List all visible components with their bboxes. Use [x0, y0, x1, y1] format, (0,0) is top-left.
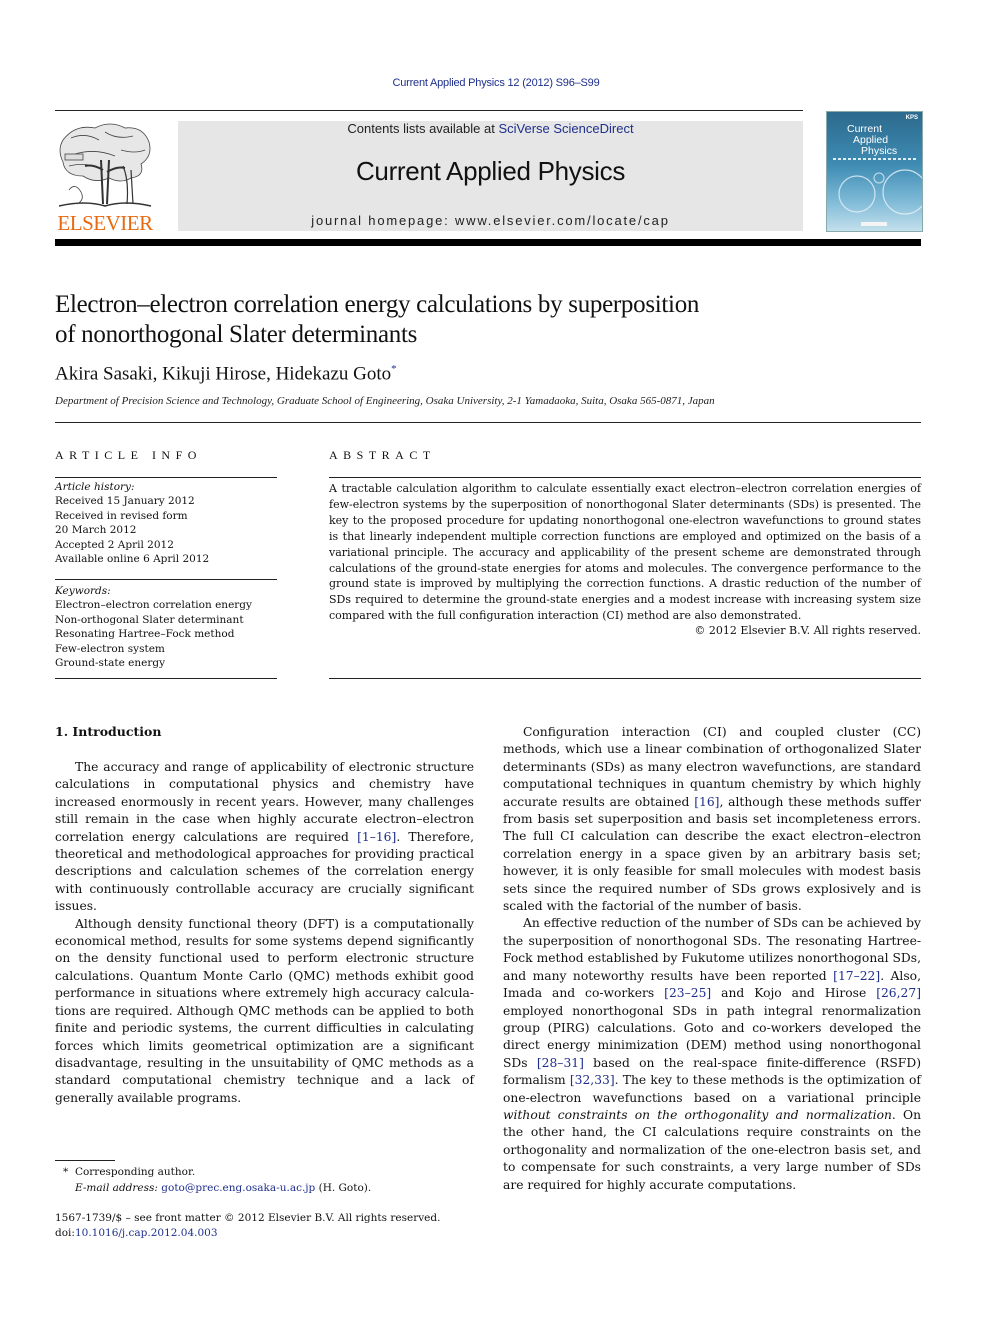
doi-line: doi:10.1016/j.cap.2012.04.003 [55, 1226, 440, 1241]
section-divider [55, 422, 921, 423]
paper-title-line: of nonorthogonal Slater determinants [55, 321, 418, 348]
abstract-text: A tractable calculation algorithm to cal… [329, 482, 921, 623]
corresponding-author-note: * Corresponding author. [55, 1165, 371, 1181]
tree-icon [58, 123, 152, 207]
divider [55, 579, 277, 580]
elsevier-logo-text: ELSEVIER [57, 211, 153, 235]
corresponding-text: Corresponding author. [74, 1166, 196, 1178]
history-item: Accepted 2 April 2012 [55, 538, 174, 551]
article-history: Article history: Received 15 January 201… [55, 480, 277, 566]
paper-title: Electron–electron correlation energy cal… [55, 290, 855, 350]
citation-link[interactable]: [32,33] [570, 1073, 615, 1087]
authors-text: Akira Sasaki, Kikuji Hirose, Hidekazu Go… [55, 363, 392, 385]
section-heading-introduction: 1. Introduction [55, 724, 162, 739]
footnote-mark: * [63, 1166, 69, 1178]
contents-availability: Contents lists available at SciVerse Sci… [178, 121, 803, 136]
paper-title-line: Electron–electron correlation energy cal… [55, 291, 700, 318]
journal-reference-link[interactable]: Current Applied Physics 12 (2012) S96–S9… [0, 77, 992, 89]
divider [55, 477, 277, 478]
doi-prefix: doi: [55, 1227, 75, 1239]
keyword-item: Non-orthogonal Slater determinant [55, 613, 244, 626]
paragraph: Although density functional theory (DFT)… [55, 916, 474, 1105]
history-item: Available online 6 April 2012 [55, 553, 210, 566]
author-list: Akira Sasaki, Kikuji Hirose, Hidekazu Go… [55, 363, 397, 385]
citation-link[interactable]: [16] [694, 795, 719, 809]
body-column-left: The accuracy and range of applicability … [55, 759, 474, 1107]
bubbles-illustration [833, 158, 922, 226]
keyword-item: Ground-state energy [55, 657, 166, 670]
issn-line: 1567-1739/$ – see front matter © 2012 El… [55, 1212, 441, 1224]
paragraph: An effective reduction of the number of … [503, 915, 921, 1194]
emphasis-text: without constraints on the orthogonality… [503, 1107, 892, 1122]
doi-link[interactable]: 10.1016/j.cap.2012.04.003 [75, 1227, 218, 1239]
paragraph: Configuration interaction (CI) and coupl… [503, 724, 921, 915]
email-link[interactable]: goto@prec.eng.osaka-u.ac.jp [161, 1182, 315, 1194]
keyword-item: Electron–electron correlation energy [55, 599, 252, 612]
divider [329, 477, 921, 478]
history-item: 20 March 2012 [55, 524, 137, 537]
history-item: Received 15 January 2012 [55, 495, 195, 508]
body-column-right: Configuration interaction (CI) and coupl… [503, 724, 921, 1194]
journal-cover-image: KPS Current Applied Physics [826, 111, 923, 232]
abstract-copyright: © 2012 Elsevier B.V. All rights reserved… [694, 624, 921, 637]
email-suffix: (H. Goto). [315, 1181, 372, 1194]
top-rule [55, 110, 803, 111]
front-matter: 1567-1739/$ – see front matter © 2012 El… [55, 1211, 440, 1241]
history-label: Article history: [55, 481, 135, 493]
paragraph-text: and Kojo and Hirose [711, 986, 877, 1001]
paragraph: The accuracy and range of applicability … [55, 759, 474, 916]
footnote-rule [55, 1160, 115, 1161]
corresponding-author-mark[interactable]: * [391, 363, 397, 375]
affiliation: Department of Precision Science and Tech… [55, 395, 715, 407]
abstract-heading: ABSTRACT [329, 448, 436, 462]
keyword-item: Few-electron system [55, 642, 165, 655]
divider [329, 678, 921, 679]
footnote: * Corresponding author. E-mail address: … [55, 1165, 371, 1196]
divider [55, 678, 277, 679]
email-label: E-mail address: [75, 1181, 158, 1194]
citation-link[interactable]: [28–31] [537, 1056, 584, 1070]
contents-prefix: Contents lists available at [347, 121, 499, 136]
header-divider [55, 239, 921, 246]
email-line: E-mail address: goto@prec.eng.osaka-u.ac… [55, 1181, 371, 1197]
citation-link[interactable]: [23–25] [664, 986, 711, 1000]
keywords-label: Keywords: [55, 585, 111, 597]
journal-title: Current Applied Physics [355, 156, 626, 186]
citation-link[interactable]: [26,27] [876, 986, 921, 1000]
journal-homepage-link[interactable]: journal homepage: www.elsevier.com/locat… [178, 213, 803, 228]
citation-link[interactable]: [17–22] [833, 969, 880, 983]
keyword-item: Resonating Hartree–Fock method [55, 628, 235, 641]
citation-link[interactable]: [1–16] [357, 830, 396, 844]
sciencedirect-link[interactable]: SciVerse ScienceDirect [498, 121, 633, 136]
keywords: Keywords: Electron–electron correlation … [55, 584, 277, 670]
paragraph-text: , although these methods suffer from bas… [503, 794, 921, 914]
article-info-heading: ARTICLE INFO [55, 448, 202, 462]
history-item: Received in revised form [55, 509, 188, 522]
